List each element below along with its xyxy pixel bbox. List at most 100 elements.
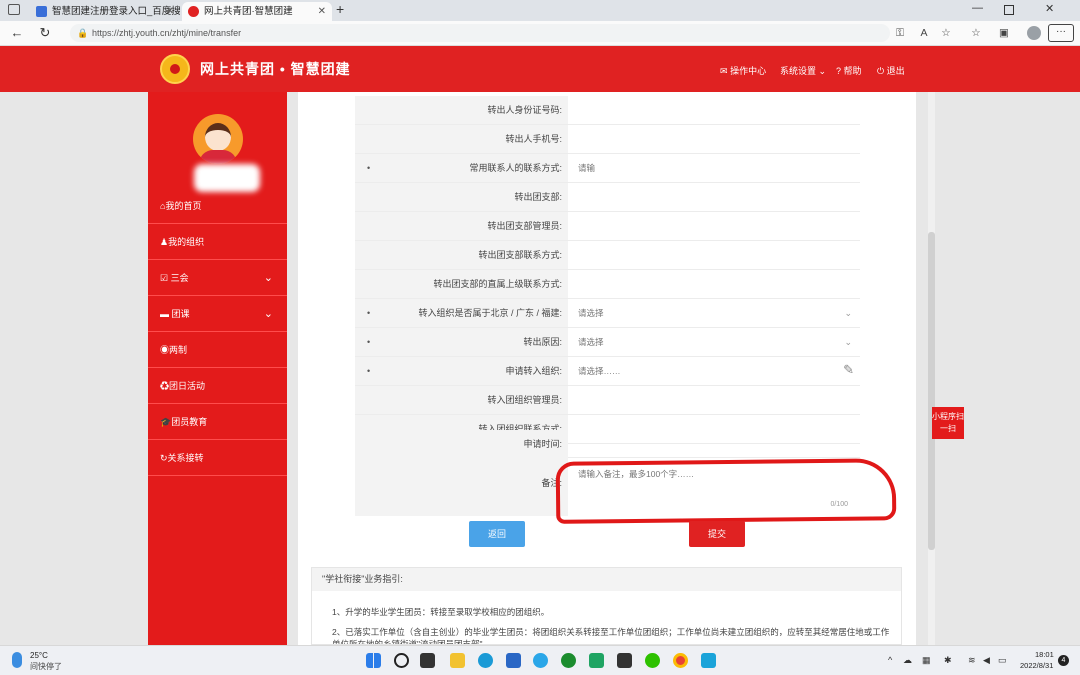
- form-label: 转入组织是否属于北京 / 广东 / 福建:: [355, 299, 568, 327]
- form-row-region-select: 转入组织是否属于北京 / 广东 / 福建: • 请选择 ⌄: [355, 299, 860, 328]
- target-admin-field: [568, 386, 860, 414]
- form-row-superior-contact: 转出团支部的直属上级联系方式:: [355, 270, 860, 299]
- task-view-icon[interactable]: [420, 653, 435, 668]
- manual-link[interactable]: ✉ 操作中心: [720, 64, 766, 77]
- collections-icon[interactable]: ▣: [996, 25, 1012, 41]
- tray-chevron-icon[interactable]: ^: [888, 655, 892, 665]
- new-tab-icon[interactable]: +: [336, 1, 344, 17]
- chrome-icon[interactable]: [673, 653, 688, 668]
- form-row-branch-contact: 转出团支部联系方式:: [355, 241, 860, 270]
- cloud-icon[interactable]: ☁: [903, 655, 912, 666]
- required-mark: •: [367, 163, 371, 173]
- clock-time[interactable]: 18:01: [1035, 650, 1054, 659]
- url-field[interactable]: 🔒 https://zhtj.youth.cn/zhtj/mine/transf…: [70, 24, 890, 42]
- sidebar-item-label: 我的首页: [165, 201, 202, 211]
- browser-tab-strip: 智慧团建注册登录入口_百度搜索 ✕ 网上共青团·智慧团建 ✕ + — ✕: [0, 0, 1080, 21]
- close-tab-icon[interactable]: ✕: [166, 2, 174, 21]
- form-row-contact: 常用联系人的联系方式: • 请输: [355, 154, 860, 183]
- sidebar-item-my-org[interactable]: ♟我的组织: [148, 224, 287, 260]
- store-icon[interactable]: [506, 653, 521, 668]
- maximize-icon[interactable]: [1004, 5, 1014, 15]
- logout-label: 退出: [886, 66, 905, 76]
- refresh-icon[interactable]: ↻: [36, 24, 54, 42]
- ime-icon[interactable]: ✱: [944, 655, 952, 666]
- sidebar-item-label: 团员教育: [171, 417, 208, 427]
- circle-icon: ◉: [160, 345, 170, 355]
- form-label: 申请时间:: [355, 430, 568, 458]
- weather-temp[interactable]: 25°C: [30, 651, 48, 660]
- sidebar-item-league-class[interactable]: ▬ 团课 ⌄: [148, 296, 287, 332]
- power-icon: ⏻: [877, 66, 885, 76]
- more-menu-icon[interactable]: ···: [1048, 24, 1074, 42]
- ie-icon[interactable]: [533, 653, 548, 668]
- edge-icon[interactable]: [478, 653, 493, 668]
- contact-field[interactable]: 请输: [568, 154, 860, 182]
- settings-menu[interactable]: 系统设置 ⌄: [780, 64, 826, 77]
- form-label: 常用联系人的联系方式:: [355, 154, 568, 182]
- apply-time-field: [568, 430, 860, 458]
- profile-avatar-icon[interactable]: [1027, 26, 1041, 40]
- notes-icon[interactable]: [701, 653, 716, 668]
- region-select[interactable]: 请选择 ⌄: [568, 299, 860, 327]
- sidebar-item-three-meetings[interactable]: ☑ 三会 ⌄: [148, 260, 287, 296]
- favorite-star-icon[interactable]: ☆: [938, 25, 954, 41]
- search-icon[interactable]: [394, 653, 409, 668]
- avatar-face: [205, 123, 231, 151]
- sidebar-item-league-day[interactable]: ♻团日活动: [148, 368, 287, 404]
- red-highlight-circle: [555, 458, 897, 524]
- back-arrow-icon[interactable]: ←: [8, 24, 26, 42]
- youth-league-favicon-icon: [188, 6, 199, 17]
- volume-icon[interactable]: ◀: [983, 655, 990, 666]
- id-number-field[interactable]: [568, 96, 860, 124]
- target-org-picker[interactable]: 请选择…… ✎: [568, 357, 860, 385]
- app-icon[interactable]: [617, 653, 632, 668]
- back-button[interactable]: 返回: [469, 521, 525, 547]
- notification-badge[interactable]: 4: [1058, 655, 1069, 666]
- read-aloud-icon[interactable]: A: [916, 25, 932, 41]
- page-scrollbar-thumb[interactable]: [928, 232, 935, 550]
- select-value: 请选择……: [578, 366, 621, 376]
- favorites-list-icon[interactable]: ☆: [968, 25, 984, 41]
- edit-icon[interactable]: ✎: [843, 363, 854, 377]
- battery-icon[interactable]: ▭: [998, 655, 1007, 666]
- tab-baidu[interactable]: 智慧团建注册登录入口_百度搜索 ✕: [30, 2, 180, 21]
- youth-league-logo[interactable]: [160, 54, 190, 84]
- form-label: 转出团支部:: [355, 183, 568, 211]
- file-explorer-icon[interactable]: [450, 653, 465, 668]
- avatar[interactable]: [193, 114, 243, 164]
- chevron-down-icon: ⌄: [818, 66, 827, 76]
- close-tab-icon[interactable]: ✕: [318, 2, 326, 21]
- clock-date[interactable]: 2022/8/31: [1020, 661, 1053, 670]
- close-window-icon[interactable]: ✕: [1045, 2, 1054, 15]
- phone-field[interactable]: [568, 125, 860, 153]
- url-text: https://zhtj.youth.cn/zhtj/mine/transfer: [92, 28, 242, 38]
- reason-select[interactable]: 请选择 ⌄: [568, 328, 860, 356]
- form-row-branch-admin: 转出团支部管理员:: [355, 212, 860, 241]
- sidebar-item-member-education[interactable]: 🎓团员教育: [148, 404, 287, 440]
- submit-button[interactable]: 提交: [689, 521, 745, 547]
- mail-app-icon[interactable]: [589, 653, 604, 668]
- wechat-icon[interactable]: [645, 653, 660, 668]
- tab-actions-icon[interactable]: [8, 4, 20, 15]
- select-value: 请选择: [578, 337, 604, 347]
- sidebar-item-two-systems[interactable]: ◉两制: [148, 332, 287, 368]
- tab-zhtj[interactable]: 网上共青团·智慧团建 ✕: [182, 2, 332, 21]
- tray-app-icon[interactable]: ▦: [922, 655, 931, 666]
- minimize-icon[interactable]: —: [972, 2, 983, 14]
- guide-line: 2、已落实工作单位（含自主创业）的毕业学生团员：将团组织关系转接至工作单位团组织…: [332, 627, 890, 644]
- required-mark: •: [367, 337, 371, 347]
- sidebar-item-home[interactable]: ⌂我的首页: [148, 188, 287, 224]
- wifi-icon[interactable]: ≋: [968, 655, 976, 666]
- logout-link[interactable]: ⏻ 退出: [877, 64, 905, 77]
- sidebar-item-label: 两制: [169, 345, 188, 355]
- form-row-target-org: 申请转入组织: • 请选择…… ✎: [355, 357, 860, 386]
- windows-start-icon[interactable]: [366, 653, 381, 668]
- help-link[interactable]: ? 帮助: [836, 64, 862, 77]
- business-guide: "学社衔接"业务指引: 1、升学的毕业学生团员：转接至录取学校相应的团组织。 2…: [311, 567, 902, 645]
- key-icon[interactable]: ⚿: [892, 25, 908, 41]
- sidebar-item-transfer[interactable]: ↻关系接转: [148, 440, 287, 476]
- mini-program-badge[interactable]: 小程序扫一扫: [932, 407, 964, 439]
- xbox-icon[interactable]: [561, 653, 576, 668]
- required-mark: •: [367, 366, 371, 376]
- form-label: 转出团支部管理员:: [355, 212, 568, 240]
